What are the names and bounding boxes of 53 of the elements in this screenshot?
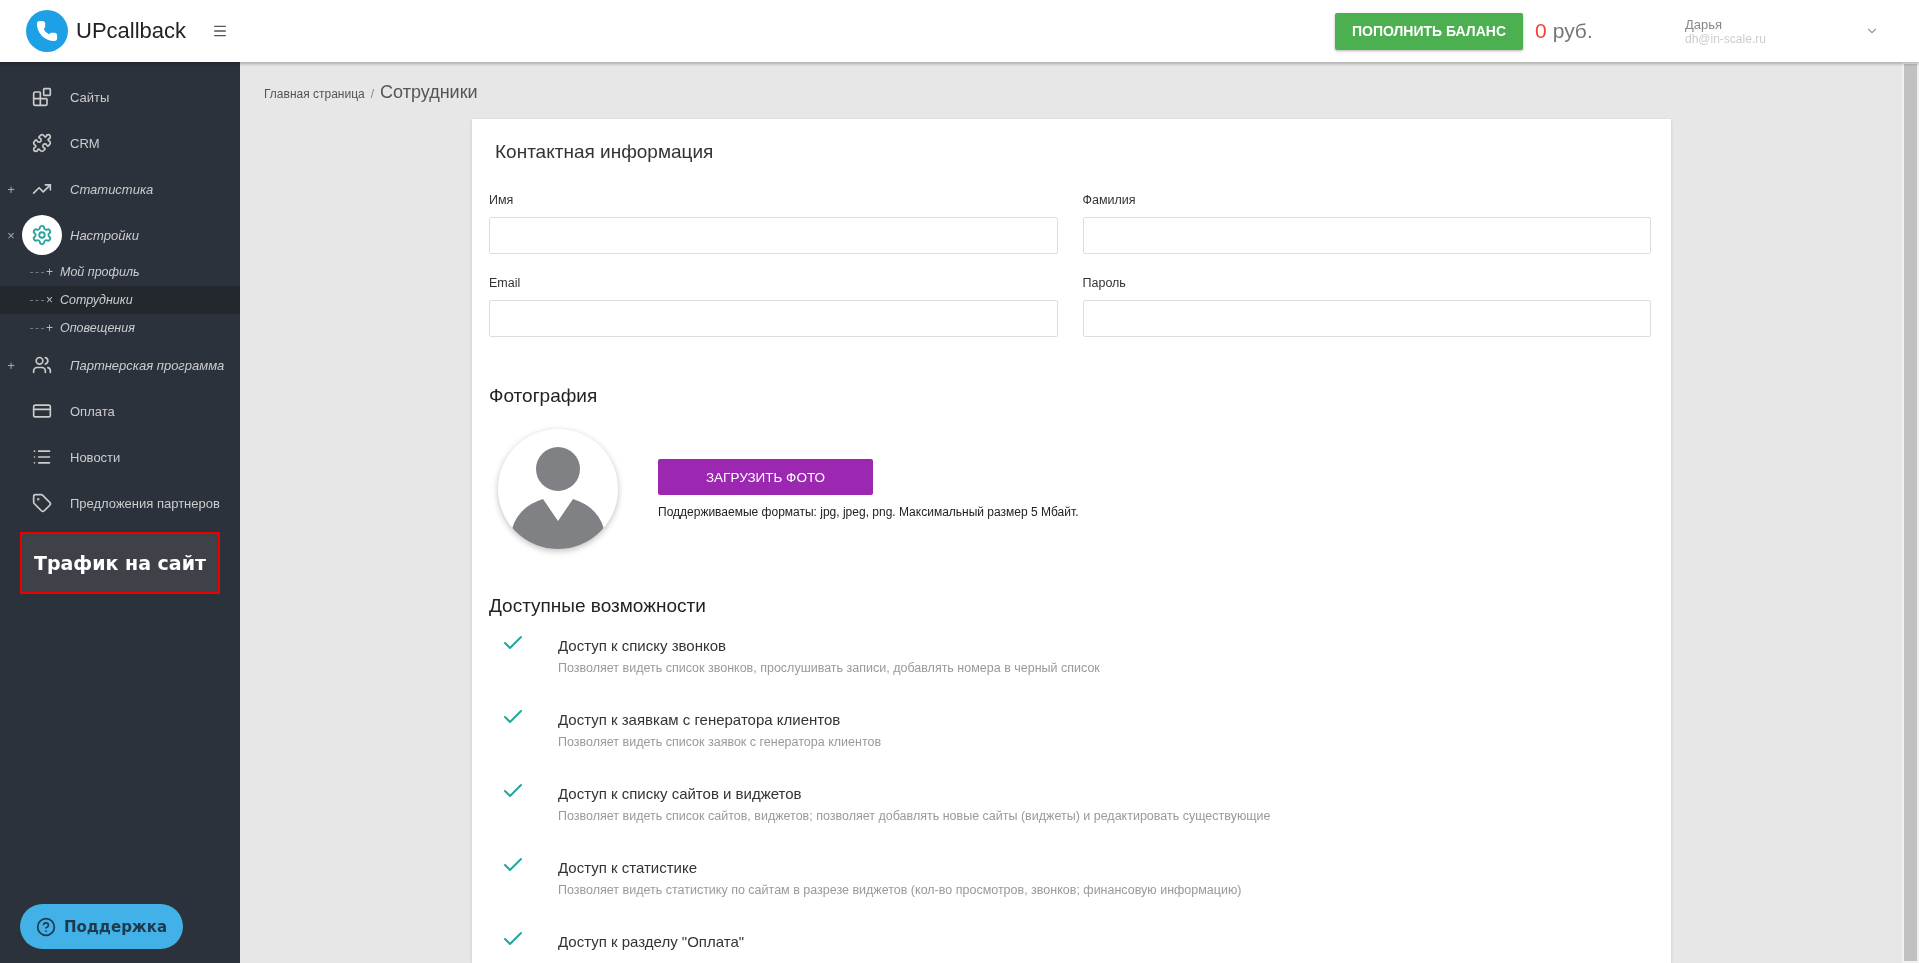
field-label: Email — [489, 276, 522, 290]
input-field[interactable] — [489, 217, 1058, 254]
section-title: Фотография — [489, 385, 599, 407]
feature-description: Позволяет видеть список звонков, прослушивать записи, добавлять номера в черный список — [558, 661, 1100, 675]
field-label: Имя — [489, 193, 515, 207]
format-hint: Поддерживаемые форматы: jpg, jpeg, png. Максимальный размер 5 Мбайт. — [658, 505, 1079, 519]
gear-icon — [31, 224, 53, 246]
feature-title: Доступ к разделу "Оплата" — [558, 933, 745, 950]
list-icon — [32, 447, 52, 467]
input-field[interactable] — [1082, 217, 1651, 254]
sidebar-item[interactable]: + Партнерская программа — [0, 342, 240, 388]
sidebar-item[interactable]: Оплата — [0, 388, 240, 434]
tag-icon — [32, 493, 52, 513]
feature-description: Позволяет видеть список сайтов, виджетов; позволяет добавлять новые сайты (виджеты) и редактировать существующие — [558, 809, 1271, 823]
section-title: Контактная информация — [494, 141, 715, 163]
currency-label: руб. — [1552, 19, 1593, 43]
sidebar-subitem[interactable]: × Сотрудники — [0, 286, 240, 314]
field-label: Фамилия — [1082, 193, 1137, 207]
sidebar-item[interactable]: + Статистика — [0, 166, 240, 212]
scrollbar[interactable] — [1902, 62, 1919, 963]
sidebar-subitem[interactable]: + Оповещения — [0, 314, 240, 342]
sidebar-item[interactable]: Предложения партнеров — [0, 480, 240, 526]
feature-description: Позволяет видеть статистику по сайтам в разрезе виджетов (кол-во просмотров, звонков; финансовую информацию) — [558, 883, 1242, 897]
support-button[interactable]: Поддержка — [20, 904, 183, 949]
help-icon — [35, 916, 56, 937]
breadcrumb-separator: / — [370, 87, 375, 101]
feature-title: Доступ к списку звонков — [558, 637, 727, 654]
breadcrumb-link[interactable]: Главная страница — [264, 87, 365, 101]
feature-title: Доступ к статистике — [558, 859, 698, 876]
card-icon — [32, 401, 52, 421]
input-field[interactable] — [489, 300, 1058, 337]
phone-logo-icon — [26, 10, 68, 52]
feature-description: Позволяет видеть список заявок с генератора клиентов — [558, 735, 882, 749]
puzzle-icon — [32, 133, 52, 153]
section-title: Доступные возможности — [489, 595, 707, 617]
traffic-banner[interactable]: Трафик на сайт — [20, 532, 220, 594]
grid-icon — [32, 87, 52, 107]
sidebar-item[interactable]: CRM — [0, 120, 240, 166]
sidebar-subitem[interactable]: + Мой профиль — [0, 258, 240, 286]
menu-icon[interactable] — [212, 23, 229, 39]
sidebar-item[interactable]: Сайты — [0, 74, 240, 120]
input-field[interactable] — [1082, 300, 1651, 337]
feature-title: Доступ к заявкам с генератора клиентов — [558, 711, 842, 728]
people-icon — [32, 355, 52, 375]
logo-text: UPcallback — [76, 18, 187, 44]
user-name: Дарья — [1685, 16, 1724, 32]
sidebar-item[interactable]: × Настройки — [0, 212, 240, 258]
sidebar-item[interactable]: Новости — [0, 434, 240, 480]
breadcrumb-current: Сотрудники — [380, 82, 478, 103]
upload-photo-button[interactable]: ЗАГРУЗИТЬ ФОТО — [658, 459, 873, 495]
feature-title: Доступ к списку сайтов и виджетов — [558, 785, 803, 802]
field-label: Пароль — [1082, 276, 1127, 290]
balance-amount: 0 — [1535, 19, 1547, 43]
